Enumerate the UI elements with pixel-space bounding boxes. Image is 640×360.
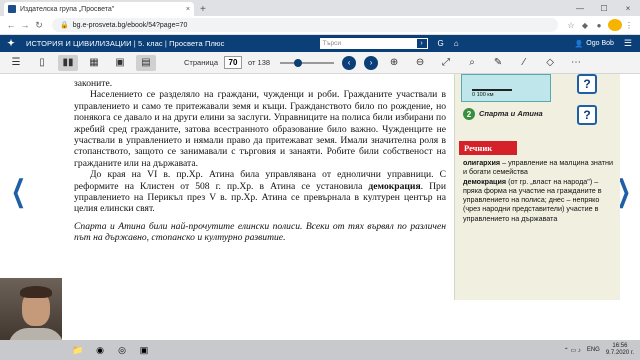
logo-icon[interactable]: ✦ (0, 35, 22, 52)
bold-term: демокрация (368, 180, 421, 192)
section-number: 2 (463, 108, 475, 120)
zoom-out-icon[interactable]: ⊖ (410, 55, 430, 71)
chrome-icon[interactable]: ◉ (92, 343, 108, 357)
user-name: Ogo Bob (586, 40, 614, 47)
home-icon[interactable]: ⌂ (454, 39, 459, 48)
browser-tab[interactable]: Издателска група „Просвета" × (4, 2, 194, 16)
book-page: законите. Населението се разделяло на гр… (62, 74, 620, 300)
scale-label: 0 100 км (472, 92, 494, 98)
clock[interactable]: 16:56 9.7.2020 г. (606, 343, 634, 357)
more-icon[interactable]: ⋯ (566, 55, 586, 71)
app-title: ИСТОРИЯ И ЦИВИЛИЗАЦИИ | 5. клас | Просве… (26, 39, 225, 48)
vocab-title: Речник (459, 141, 517, 155)
double-page-icon[interactable]: ▮▮ (58, 54, 78, 71)
page-label: Страница (184, 58, 218, 67)
extensions: ☆ ◆ ● ⋮ (564, 19, 636, 31)
left-arrow-icon[interactable]: ❮ (11, 174, 26, 209)
extension-icon[interactable]: ◆ (578, 21, 592, 30)
map-scale: 0 100 км (472, 89, 512, 98)
question-button[interactable]: ? (577, 105, 597, 125)
clock-time: 16:56 (612, 343, 628, 349)
maximize-button[interactable]: ☐ (592, 4, 616, 13)
italic-note: Спарта и Атина били най-прочутите елинск… (74, 220, 446, 244)
body-text: законите. Населението се разделяло на гр… (74, 78, 446, 244)
page-total: от 138 (248, 58, 271, 67)
menu-icon[interactable]: ☰ (624, 38, 632, 49)
tab-close-icon[interactable]: × (186, 6, 190, 13)
folder-icon[interactable]: 📁 (70, 343, 86, 357)
reload-icon[interactable]: ↻ (32, 20, 46, 31)
vocab-list: олигархия – управление на малцина знатни… (459, 158, 615, 223)
next-page-button[interactable]: › (364, 55, 379, 70)
app-header: ✦ ИСТОРИЯ И ЦИВИЛИЗАЦИИ | 5. клас | Прос… (0, 35, 640, 52)
zoom-in-icon[interactable]: ⊕ (384, 55, 404, 71)
tab-title: Издателска група „Просвета" (20, 5, 115, 13)
lock-icon: 🔒 (60, 22, 69, 29)
extension-icon-2[interactable]: ● (592, 21, 606, 30)
paragraph: законите. (74, 78, 113, 89)
avatar[interactable] (608, 19, 622, 31)
question-button[interactable]: ? (577, 74, 597, 94)
webcam-hair (20, 286, 52, 298)
toc-icon[interactable]: ☰ (6, 55, 26, 71)
search-go-icon[interactable]: › (415, 38, 428, 49)
tray-icons[interactable]: ⌃ ▭ ♪ (564, 347, 581, 354)
address-bar: ← → ↻ 🔒 bg.e-prosveta.bg/ebook/54?page=7… (0, 16, 640, 35)
tab-favicon (8, 5, 16, 13)
window-controls: — ☐ × (568, 0, 640, 16)
system-tray: ⌃ ▭ ♪ ENG 16:56 9.7.2020 г. (564, 343, 640, 357)
zoom-fit-icon[interactable]: ⌕ (462, 55, 482, 71)
slider-knob[interactable] (294, 58, 303, 67)
reader-content: ❮ ❯ законите. Населението се разделяло н… (0, 74, 640, 330)
paragraph: Населението се разделяло на граждани, чу… (74, 89, 446, 169)
google-icon[interactable]: G (438, 39, 444, 48)
vocab-entry: демокрация (от гр. „власт на народа") – … (463, 177, 615, 223)
search-input[interactable]: Търси (319, 38, 416, 49)
browser-tab-strip: Издателска група „Просвета" × + — ☐ × (0, 0, 640, 16)
reader-toolbar: ☰ ▯ ▮▮ ▦ ▣ ▤ Страница 70 от 138 ‹ › ⊕ ⊖ … (0, 52, 640, 74)
page-slider[interactable] (280, 58, 335, 67)
sidebar-panel: 0 100 км ? 2 Спарта и Атина ? Речник оли… (454, 74, 620, 300)
page-number-input[interactable]: 70 (224, 56, 242, 69)
close-window-button[interactable]: × (616, 4, 640, 13)
url-field[interactable]: 🔒 bg.e-prosveta.bg/ebook/54?page=70 (52, 18, 558, 32)
lang-indicator[interactable]: ENG (587, 347, 600, 353)
minimize-button[interactable]: — (568, 4, 592, 13)
fit-width-icon[interactable]: ⤢ (436, 55, 456, 71)
vocab-entry: олигархия – управление на малцина знатни… (463, 158, 615, 177)
eraser-icon[interactable]: ◇ (540, 55, 560, 71)
vocab-term: олигархия (463, 158, 501, 167)
paragraph: До края на VI в. пр.Хр. Атина била управ… (74, 169, 446, 215)
thumbnails-icon[interactable]: ▦ (84, 55, 104, 71)
taskbar: 📁 ◉ ◎ ▣ ⌃ ▭ ♪ ENG 16:56 9.7.2020 г. (0, 340, 640, 360)
browser-menu-icon[interactable]: ⋮ (622, 21, 636, 30)
map-thumbnail[interactable]: 0 100 км (461, 74, 551, 102)
star-icon[interactable]: ☆ (564, 21, 578, 30)
back-icon[interactable]: ← (4, 20, 18, 30)
user-icon: 👤 (574, 40, 584, 48)
new-tab-button[interactable]: + (200, 4, 206, 15)
app-icon[interactable]: ▣ (136, 343, 152, 357)
prev-page-button[interactable]: ‹ (342, 55, 357, 70)
page-icon[interactable]: ▤ (136, 54, 156, 71)
page: Издателска група „Просвета" × + — ☐ × ← … (0, 0, 640, 360)
vocab-term: демокрация (463, 176, 507, 186)
image-icon[interactable]: ▣ (110, 55, 130, 71)
opera-icon[interactable]: ◎ (114, 343, 130, 357)
single-page-icon[interactable]: ▯ (32, 55, 52, 71)
clock-date: 9.7.2020 г. (605, 350, 634, 356)
forward-icon[interactable]: → (18, 20, 32, 30)
section-subtitle: Спарта и Атина (479, 109, 543, 118)
url-text: bg.e-prosveta.bg/ebook/54?page=70 (72, 21, 188, 29)
pen-icon[interactable]: ✎ (488, 55, 508, 71)
scale-bar (472, 89, 512, 91)
user-menu[interactable]: 👤 Ogo Bob ☰ (575, 38, 632, 49)
highlighter-icon[interactable]: ⁄ (514, 55, 534, 71)
